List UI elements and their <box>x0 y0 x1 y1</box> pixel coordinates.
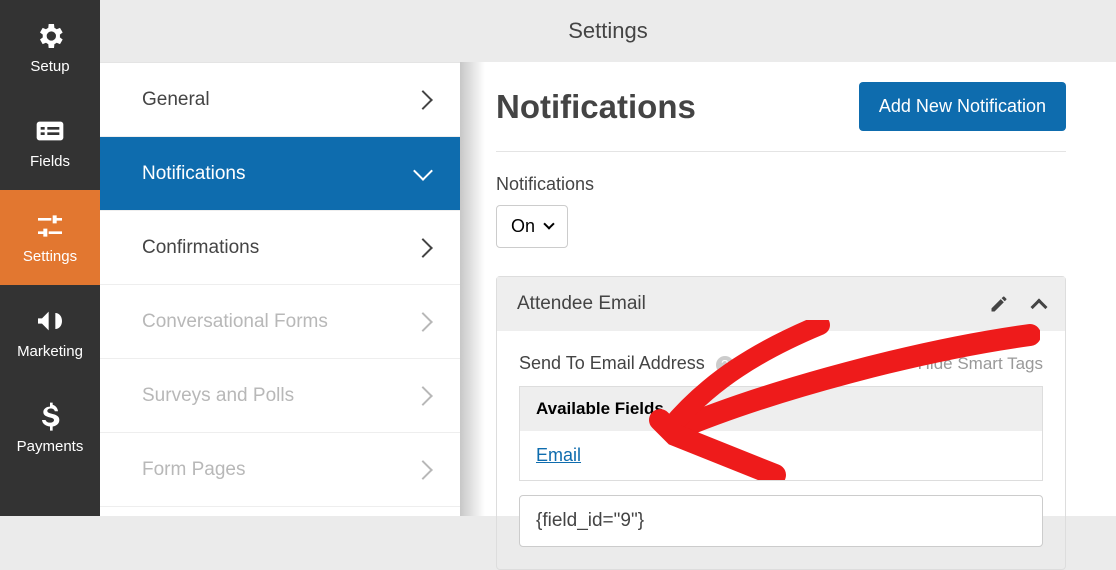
rail-marketing[interactable]: Marketing <box>0 285 100 380</box>
sub-notifications[interactable]: Notifications <box>100 137 460 211</box>
field-email-link[interactable]: Email <box>536 445 581 465</box>
main-panel: Notifications Add New Notification Notif… <box>460 0 1116 516</box>
sub-confirmations-label: Confirmations <box>142 237 259 259</box>
send-to-input[interactable] <box>519 495 1043 547</box>
chevron-right-icon <box>413 312 433 332</box>
toggle-label: Notifications <box>496 174 1066 195</box>
add-notification-button[interactable]: Add New Notification <box>859 82 1066 131</box>
settings-submenu: General Notifications Confirmations Conv… <box>100 62 460 516</box>
hide-tags-label: Hide Smart Tags <box>918 354 1043 374</box>
list-icon <box>34 115 66 147</box>
hide-smart-tags[interactable]: Hide Smart Tags <box>896 354 1043 374</box>
chevron-down-icon <box>413 161 433 181</box>
panel-header: Attendee Email <box>497 277 1065 331</box>
sub-pages-label: Form Pages <box>142 459 245 481</box>
toggle-value: On <box>511 216 535 237</box>
available-fields-header: Available Fields <box>520 387 1042 431</box>
topbar: Settings <box>100 0 1116 62</box>
available-fields-box: Available Fields Email <box>519 386 1043 481</box>
gear-icon <box>34 20 66 52</box>
sub-conversational-label: Conversational Forms <box>142 311 328 333</box>
rail-setup[interactable]: Setup <box>0 0 100 95</box>
notification-panel: Attendee Email Send To Email Address ? H… <box>496 276 1066 570</box>
sub-surveys[interactable]: Surveys and Polls <box>100 359 460 433</box>
sub-general-label: General <box>142 89 210 111</box>
sub-notifications-label: Notifications <box>142 163 246 185</box>
chevron-right-icon <box>413 90 433 110</box>
send-to-label: Send To Email Address ? <box>519 353 734 374</box>
sub-conversational[interactable]: Conversational Forms <box>100 285 460 359</box>
sub-general[interactable]: General <box>100 63 460 137</box>
dollar-icon <box>34 400 66 432</box>
chevron-down-icon <box>543 218 554 229</box>
sliders-icon <box>34 210 66 242</box>
page-title: Notifications <box>496 88 696 126</box>
panel-title: Attendee Email <box>517 293 646 315</box>
rail-payments-label: Payments <box>17 438 84 455</box>
notifications-toggle[interactable]: On <box>496 205 568 248</box>
tags-icon <box>896 356 912 372</box>
chevron-right-icon <box>413 386 433 406</box>
rail-settings[interactable]: Settings <box>0 190 100 285</box>
rail-marketing-label: Marketing <box>17 343 83 360</box>
rail-fields[interactable]: Fields <box>0 95 100 190</box>
rail-settings-label: Settings <box>23 248 77 265</box>
pencil-icon[interactable] <box>989 294 1009 314</box>
sub-confirmations[interactable]: Confirmations <box>100 211 460 285</box>
sub-surveys-label: Surveys and Polls <box>142 385 294 407</box>
chevron-up-icon[interactable] <box>1031 299 1048 316</box>
bullhorn-icon <box>34 305 66 337</box>
sub-pages[interactable]: Form Pages <box>100 433 460 507</box>
left-rail: Setup Fields Settings Marketing Payments <box>0 0 100 516</box>
chevron-right-icon <box>413 460 433 480</box>
rail-fields-label: Fields <box>30 153 70 170</box>
topbar-title: Settings <box>568 18 648 44</box>
rail-setup-label: Setup <box>30 58 69 75</box>
help-icon[interactable]: ? <box>716 356 734 374</box>
rail-payments[interactable]: Payments <box>0 380 100 475</box>
main-header: Notifications Add New Notification <box>496 82 1066 152</box>
chevron-right-icon <box>413 238 433 258</box>
